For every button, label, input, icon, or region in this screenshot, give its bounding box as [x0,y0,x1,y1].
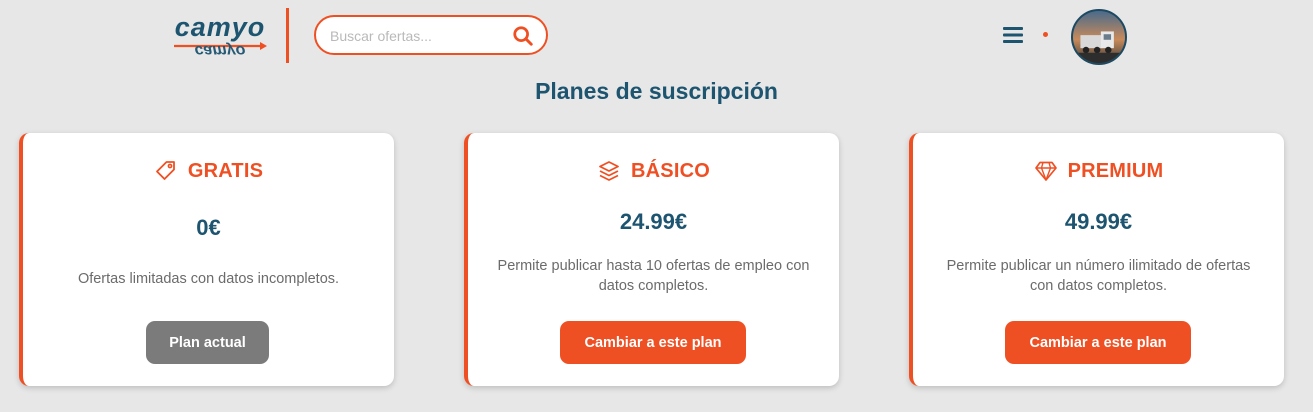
top-header: camyo camyo [0,0,1313,70]
current-plan-button[interactable]: Plan actual [146,321,269,364]
search-input[interactable] [330,25,510,47]
plan-header: BÁSICO [468,159,839,183]
menu-button[interactable] [1002,25,1024,45]
tag-icon [155,161,175,180]
plan-price: 24.99€ [619,209,688,234]
avatar-image [1073,11,1125,63]
plan-name: BÁSICO [631,159,710,182]
user-avatar[interactable] [1071,9,1127,65]
hamburger-menu-icon [1003,27,1023,43]
plan-header: PREMIUM [913,159,1284,183]
plan-card-basico: BÁSICO 24.99€ Permite publicar hasta 10 … [464,133,839,386]
plan-header: GRATIS [23,159,394,183]
search-icon [513,26,533,46]
plan-description: Ofertas limitadas con datos incompletos. [77,271,340,287]
diamond-icon [1034,161,1057,181]
plan-name: GRATIS [187,159,264,182]
change-plan-button[interactable]: Cambiar a este plan [560,321,746,364]
search-button[interactable] [512,25,534,47]
plan-description: Permite publicar un número ilimitado de … [946,258,1251,294]
page-title: Planes de suscripción [535,78,778,104]
search-box [314,15,548,55]
plan-name: PREMIUM [1067,159,1164,182]
svg-text:camyo: camyo [175,12,266,42]
notification-dot [1043,32,1048,37]
plan-description: Permite publicar hasta 10 ofertas de emp… [497,258,810,294]
camyo-logo[interactable]: camyo camyo [172,10,268,62]
layers-icon [599,161,619,181]
plan-card-gratis: GRATIS 0€ Ofertas limitadas con datos in… [19,133,394,386]
plan-card-premium: PREMIUM 49.99€ Permite publicar un númer… [909,133,1284,386]
plan-price: 49.99€ [1064,209,1133,234]
svg-text:camyo: camyo [195,42,246,59]
change-plan-button[interactable]: Cambiar a este plan [1005,321,1191,364]
logo-graphic: camyo camyo [174,12,267,59]
header-divider [286,8,289,63]
plan-price: 0€ [196,215,221,240]
